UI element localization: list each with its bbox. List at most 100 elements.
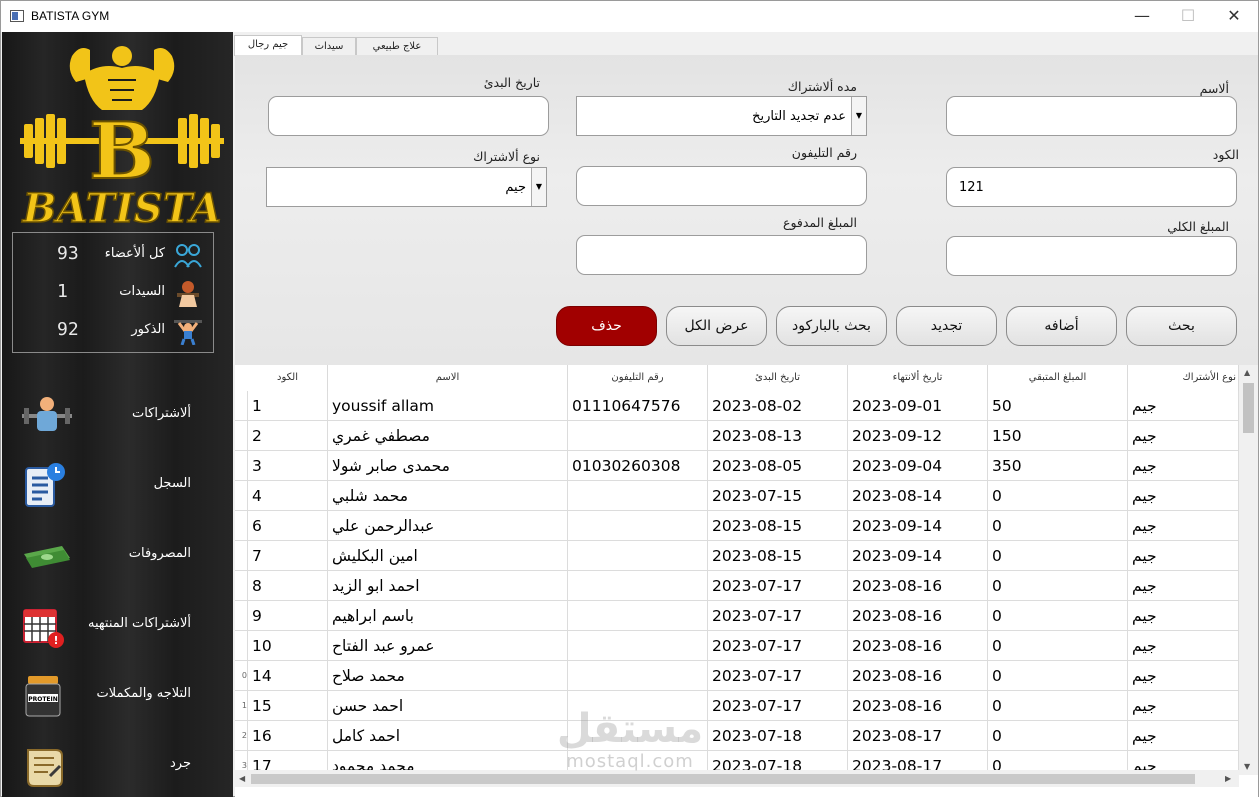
row-header[interactable]	[235, 631, 248, 661]
cell-type[interactable]: جيم	[1128, 721, 1239, 751]
name-field[interactable]	[946, 96, 1237, 136]
row-header[interactable]: 0	[235, 661, 248, 691]
dropdown-arrow-icon[interactable]: ▼	[851, 97, 866, 135]
tab-women[interactable]: سيدات	[302, 37, 356, 56]
cell-phone[interactable]	[568, 481, 708, 511]
cell-end-date[interactable]: 2023-09-04	[848, 451, 988, 481]
tab-physiotherapy[interactable]: علاج طبيعي	[356, 37, 438, 56]
nav-expired-subscriptions[interactable]: ! ألاشتراكات المنتهيه	[2, 594, 233, 658]
cell-start-date[interactable]: 2023-07-18	[708, 721, 848, 751]
row-header[interactable]	[235, 571, 248, 601]
cell-code[interactable]: 2	[248, 421, 328, 451]
cell-remaining[interactable]: 0	[988, 631, 1128, 661]
cell-end-date[interactable]: 2023-08-16	[848, 571, 988, 601]
vertical-scrollbar[interactable]: ▲ ▼	[1239, 365, 1258, 775]
cell-type[interactable]: جيم	[1128, 691, 1239, 721]
cell-remaining[interactable]: 350	[988, 451, 1128, 481]
nav-inventory[interactable]: جرد	[2, 734, 233, 797]
code-field[interactable]: 121	[946, 167, 1237, 207]
cell-remaining[interactable]: 0	[988, 511, 1128, 541]
subscription-type-select[interactable]: جيم ▼	[266, 167, 547, 207]
cell-name[interactable]: باسم ابراهيم	[328, 601, 568, 631]
cell-name[interactable]: محمد شلبي	[328, 481, 568, 511]
renew-button[interactable]: تجديد	[896, 306, 997, 346]
cell-end-date[interactable]: 2023-08-14	[848, 481, 988, 511]
cell-name[interactable]: عبدالرحمن علي	[328, 511, 568, 541]
cell-name[interactable]: امين البكليش	[328, 541, 568, 571]
cell-phone[interactable]: 01030260308	[568, 451, 708, 481]
nav-log[interactable]: السجل	[2, 454, 233, 518]
row-header[interactable]: 2	[235, 721, 248, 751]
cell-remaining[interactable]: 0	[988, 601, 1128, 631]
table-row[interactable]: 10 عمرو عبد الفتاح 2023-07-17 2023-08-16 0 جي…	[235, 631, 1239, 661]
cell-code[interactable]: 7	[248, 541, 328, 571]
row-header[interactable]	[235, 481, 248, 511]
cell-phone[interactable]: 01110647576	[568, 391, 708, 421]
cell-code[interactable]: 3	[248, 451, 328, 481]
cell-remaining[interactable]: 0	[988, 541, 1128, 571]
duration-select[interactable]: عدم تجديد التاريخ ▼	[576, 96, 867, 136]
scroll-left-icon[interactable]: ◀	[239, 774, 245, 783]
cell-end-date[interactable]: 2023-09-01	[848, 391, 988, 421]
column-header-type[interactable]: نوع الأشتراك	[1128, 365, 1239, 391]
cell-end-date[interactable]: 2023-08-16	[848, 631, 988, 661]
cell-remaining[interactable]: 50	[988, 391, 1128, 421]
table-row[interactable]: 2 مصطفي غمري 2023-08-13 2023-09-12 150 جيم	[235, 421, 1239, 451]
row-header[interactable]	[235, 601, 248, 631]
cell-name[interactable]: youssif allam	[328, 391, 568, 421]
cell-phone[interactable]	[568, 601, 708, 631]
row-header[interactable]	[235, 541, 248, 571]
row-header[interactable]: 1	[235, 691, 248, 721]
cell-end-date[interactable]: 2023-08-16	[848, 691, 988, 721]
table-row[interactable]: 2 16 احمد كامل 2023-07-18 2023-08-17 0 جيم	[235, 721, 1239, 751]
cell-type[interactable]: جيم	[1128, 451, 1239, 481]
dropdown-arrow-icon[interactable]: ▼	[531, 168, 546, 206]
delete-button[interactable]: حذف	[556, 306, 657, 346]
table-row[interactable]: 4 محمد شلبي 2023-07-15 2023-08-14 0 جيم	[235, 481, 1239, 511]
cell-end-date[interactable]: 2023-09-12	[848, 421, 988, 451]
cell-type[interactable]: جيم	[1128, 391, 1239, 421]
cell-phone[interactable]	[568, 691, 708, 721]
cell-type[interactable]: جيم	[1128, 541, 1239, 571]
cell-start-date[interactable]: 2023-08-13	[708, 421, 848, 451]
table-row[interactable]: 3 محمدى صابر شولا 01030260308 2023-08-05 202…	[235, 451, 1239, 481]
cell-code[interactable]: 16	[248, 721, 328, 751]
cell-remaining[interactable]: 0	[988, 691, 1128, 721]
cell-start-date[interactable]: 2023-07-15	[708, 481, 848, 511]
cell-start-date[interactable]: 2023-08-15	[708, 541, 848, 571]
cell-phone[interactable]	[568, 631, 708, 661]
cell-name[interactable]: احمد كامل	[328, 721, 568, 751]
column-header-code[interactable]: الكود	[248, 365, 328, 391]
column-header-remaining[interactable]: المبلغ المتبقي	[988, 365, 1128, 391]
cell-remaining[interactable]: 150	[988, 421, 1128, 451]
tab-men-gym[interactable]: جيم رجال	[234, 35, 302, 56]
nav-supplements[interactable]: PROTEIN التلاجه والمكملات	[2, 664, 233, 728]
column-header-phone[interactable]: رقم التليفون	[568, 365, 708, 391]
add-button[interactable]: أضافه	[1006, 306, 1117, 346]
scroll-right-icon[interactable]: ▶	[1225, 774, 1231, 783]
minimize-button[interactable]: —	[1119, 1, 1165, 32]
cell-remaining[interactable]: 0	[988, 661, 1128, 691]
cell-phone[interactable]	[568, 721, 708, 751]
column-header-end[interactable]: تاريخ ألانتهاء	[848, 365, 988, 391]
row-header[interactable]	[235, 391, 248, 421]
cell-type[interactable]: جيم	[1128, 421, 1239, 451]
row-header[interactable]	[235, 451, 248, 481]
table-row[interactable]: 6 عبدالرحمن علي 2023-08-15 2023-09-14 0 جيم	[235, 511, 1239, 541]
total-amount-field[interactable]	[946, 236, 1237, 276]
column-header-start[interactable]: تاريخ البدئ	[708, 365, 848, 391]
cell-start-date[interactable]: 2023-07-17	[708, 571, 848, 601]
cell-end-date[interactable]: 2023-08-16	[848, 661, 988, 691]
table-row[interactable]: 7 امين البكليش 2023-08-15 2023-09-14 0 جيم	[235, 541, 1239, 571]
scroll-thumb[interactable]	[251, 774, 1195, 784]
cell-phone[interactable]	[568, 421, 708, 451]
cell-start-date[interactable]: 2023-08-02	[708, 391, 848, 421]
table-row[interactable]: 0 14 محمد صلاح 2023-07-17 2023-08-16 0 جيم	[235, 661, 1239, 691]
show-all-button[interactable]: عرض الكل	[666, 306, 767, 346]
cell-code[interactable]: 15	[248, 691, 328, 721]
cell-phone[interactable]	[568, 571, 708, 601]
cell-remaining[interactable]: 0	[988, 481, 1128, 511]
cell-phone[interactable]	[568, 661, 708, 691]
cell-end-date[interactable]: 2023-09-14	[848, 511, 988, 541]
cell-code[interactable]: 6	[248, 511, 328, 541]
